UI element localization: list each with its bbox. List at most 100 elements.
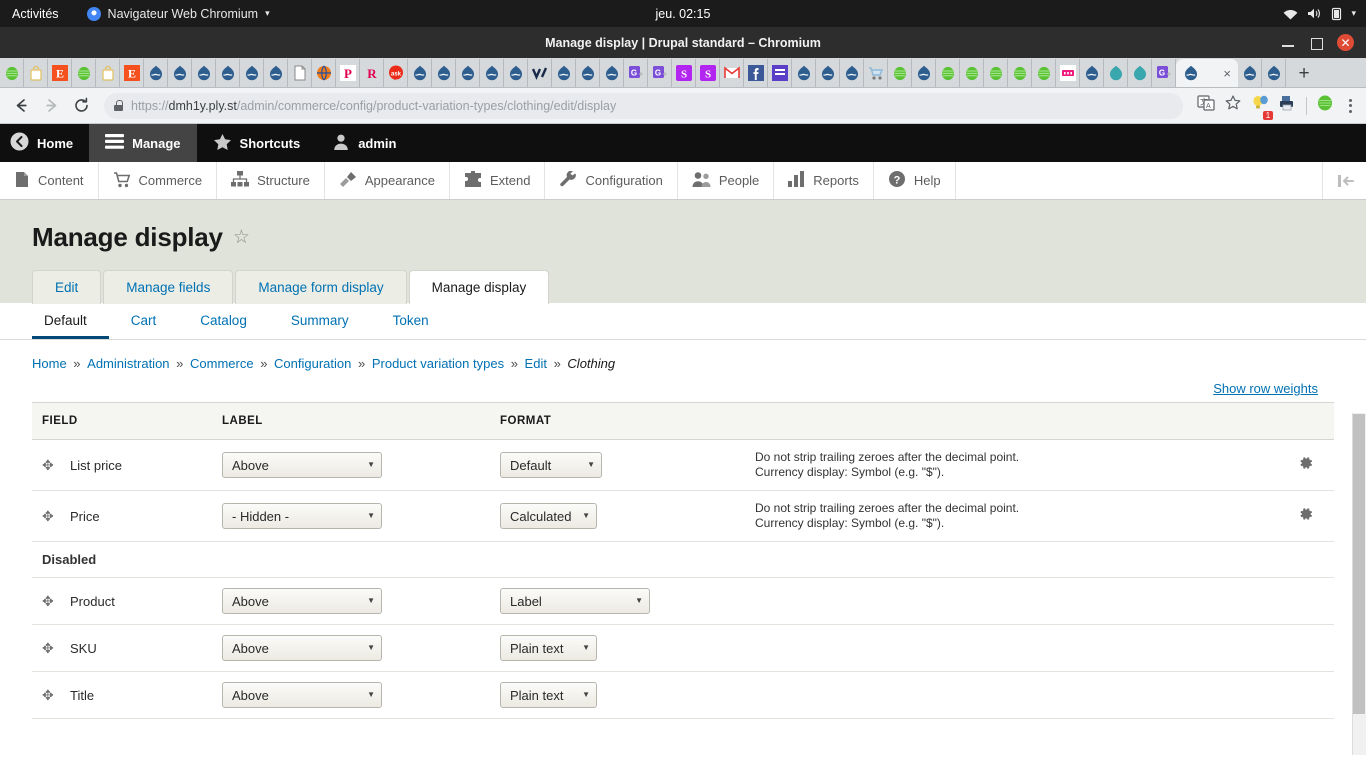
browser-tab[interactable]: [768, 59, 792, 87]
browser-tab[interactable]: [264, 59, 288, 87]
format-select[interactable]: Default ▼: [500, 452, 602, 478]
label-select[interactable]: Above ▼: [222, 635, 382, 661]
browser-tab[interactable]: [480, 59, 504, 87]
browser-tab[interactable]: [432, 59, 456, 87]
breadcrumb-link[interactable]: Home: [32, 356, 67, 371]
extension-printer-icon[interactable]: [1279, 94, 1297, 117]
breadcrumb-link[interactable]: Administration: [87, 356, 169, 371]
browser-tab[interactable]: [192, 59, 216, 87]
forward-icon[interactable]: [38, 93, 64, 119]
browser-tab[interactable]: [840, 59, 864, 87]
browser-tab[interactable]: [1104, 59, 1128, 87]
subtab-summary[interactable]: Summary: [269, 303, 371, 339]
browser-tab[interactable]: [408, 59, 432, 87]
tab-close-icon[interactable]: ×: [1223, 67, 1231, 80]
browser-tab[interactable]: [984, 59, 1008, 87]
tab-manage-form-display[interactable]: Manage form display: [235, 270, 407, 304]
menu-item-appearance[interactable]: Appearance: [325, 162, 450, 199]
browser-tab-strip[interactable]: E E P Rask G G S S G × +: [0, 58, 1366, 88]
gnome-status-area[interactable]: ▾: [1283, 7, 1366, 21]
tab-manage-display[interactable]: Manage display: [408, 270, 550, 304]
label-select[interactable]: - Hidden - ▼: [222, 503, 382, 529]
breadcrumb-link[interactable]: Product variation types: [372, 356, 504, 371]
browser-tab[interactable]: [1056, 59, 1080, 87]
app-menu-chromium[interactable]: Navigateur Web Chromium ▾: [86, 6, 270, 21]
drag-handle-icon[interactable]: ✥: [42, 594, 56, 608]
favorite-star-icon[interactable]: ☆: [233, 228, 250, 247]
new-tab-button[interactable]: +: [1290, 59, 1318, 87]
subtab-cart[interactable]: Cart: [109, 303, 179, 339]
browser-tab[interactable]: S: [672, 59, 696, 87]
label-select[interactable]: Above ▼: [222, 588, 382, 614]
browser-tab[interactable]: ask: [384, 59, 408, 87]
drupal-extension-icon[interactable]: [1316, 94, 1334, 117]
menu-item-reports[interactable]: Reports: [774, 162, 874, 199]
browser-tab[interactable]: [816, 59, 840, 87]
browser-tab[interactable]: [456, 59, 480, 87]
browser-tab[interactable]: [240, 59, 264, 87]
browser-tab[interactable]: [744, 59, 768, 87]
address-bar[interactable]: https://dmh1y.ply.st/admin/commerce/conf…: [104, 92, 1183, 119]
activities-button[interactable]: Activités: [12, 7, 59, 21]
menu-item-commerce[interactable]: Commerce: [99, 162, 218, 199]
menu-kebab-icon[interactable]: [1343, 98, 1358, 113]
browser-tab[interactable]: [864, 59, 888, 87]
translate-icon[interactable]: 文A: [1197, 94, 1215, 117]
browser-tab[interactable]: [1080, 59, 1104, 87]
drag-handle-icon[interactable]: ✥: [42, 509, 56, 523]
show-row-weights-link[interactable]: Show row weights: [1213, 381, 1318, 396]
back-icon[interactable]: [8, 93, 34, 119]
browser-tab[interactable]: [576, 59, 600, 87]
menu-item-structure[interactable]: Structure: [217, 162, 325, 199]
browser-tab[interactable]: [960, 59, 984, 87]
reload-icon[interactable]: [68, 93, 94, 119]
browser-tab[interactable]: [216, 59, 240, 87]
browser-tab[interactable]: S: [696, 59, 720, 87]
toolbar-orientation-icon[interactable]: [1322, 162, 1366, 199]
breadcrumb-link[interactable]: Configuration: [274, 356, 351, 371]
browser-tab[interactable]: G: [624, 59, 648, 87]
browser-tab[interactable]: [144, 59, 168, 87]
browser-tab[interactable]: [528, 59, 552, 87]
browser-tab[interactable]: [1128, 59, 1152, 87]
format-select[interactable]: Plain text ▼: [500, 635, 597, 661]
extension-lightbulb-icon[interactable]: 1: [1251, 94, 1273, 120]
browser-tab[interactable]: [1262, 59, 1286, 87]
subtab-catalog[interactable]: Catalog: [178, 303, 269, 339]
menu-item-content[interactable]: Content: [0, 162, 99, 199]
browser-tab[interactable]: [72, 59, 96, 87]
tab-edit[interactable]: Edit: [32, 270, 102, 304]
subtab-default[interactable]: Default: [32, 303, 109, 339]
browser-tab[interactable]: [792, 59, 816, 87]
format-select[interactable]: Plain text ▼: [500, 682, 597, 708]
browser-tab[interactable]: [1238, 59, 1262, 87]
chevron-down-icon[interactable]: ▾: [1351, 8, 1356, 19]
drag-handle-icon[interactable]: ✥: [42, 641, 56, 655]
minimize-button[interactable]: [1281, 36, 1295, 50]
browser-tab[interactable]: [1032, 59, 1056, 87]
browser-tab[interactable]: [720, 59, 744, 87]
browser-tab[interactable]: G: [1152, 59, 1176, 87]
menu-item-help[interactable]: ? Help: [874, 162, 956, 199]
browser-tab[interactable]: [504, 59, 528, 87]
browser-tab[interactable]: R: [360, 59, 384, 87]
close-button[interactable]: ✕: [1337, 34, 1354, 51]
format-select[interactable]: Label ▼: [500, 588, 650, 614]
toolbar-item-admin[interactable]: admin: [316, 124, 412, 162]
browser-tab[interactable]: [600, 59, 624, 87]
browser-tab[interactable]: E: [48, 59, 72, 87]
browser-tab[interactable]: E: [120, 59, 144, 87]
settings-gear-icon[interactable]: [1298, 457, 1314, 475]
settings-gear-icon[interactable]: [1298, 508, 1314, 526]
toolbar-item-shortcuts[interactable]: Shortcuts: [197, 124, 317, 162]
browser-tab[interactable]: [24, 59, 48, 87]
page-scrollbar[interactable]: [1352, 413, 1366, 755]
tab-manage-fields[interactable]: Manage fields: [103, 270, 234, 304]
breadcrumb-link[interactable]: Edit: [525, 356, 547, 371]
browser-tab[interactable]: [1008, 59, 1032, 87]
label-select[interactable]: Above ▼: [222, 682, 382, 708]
browser-tab[interactable]: [312, 59, 336, 87]
format-select[interactable]: Calculated ▼: [500, 503, 597, 529]
browser-tab[interactable]: [552, 59, 576, 87]
browser-tab[interactable]: [288, 59, 312, 87]
